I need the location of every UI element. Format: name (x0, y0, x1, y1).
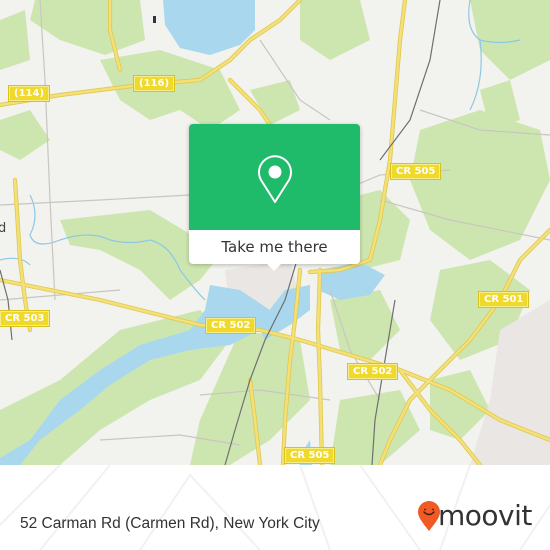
place-label: d (0, 221, 7, 236)
map-pin-icon (258, 155, 292, 203)
address-text: 52 Carman Rd (Carmen Rd), New York City (20, 515, 320, 532)
road-shield-114: (114) (9, 86, 50, 101)
road-shield-cr501: CR 501 (479, 292, 529, 307)
popup-pointer (265, 262, 283, 271)
road-shield-116: (116) (134, 76, 175, 91)
road-shield-cr503: CR 503 (0, 311, 50, 326)
map-view[interactable]: (114) (116) CR 505 CR 501 CR 503 CR 502 … (0, 0, 550, 465)
poi-marker (153, 16, 156, 23)
take-me-there-button[interactable]: Take me there (189, 230, 360, 264)
location-popup: Take me there (189, 124, 360, 271)
road-shield-cr502-east: CR 502 (348, 364, 398, 379)
moovit-wordmark: moovit (438, 499, 532, 532)
footer: 52 Carman Rd (Carmen Rd), New York City … (0, 465, 550, 550)
popup-header (189, 124, 360, 230)
road-shield-cr505-south: CR 505 (285, 448, 335, 463)
road-shield-cr502-west: CR 502 (206, 318, 256, 333)
road-shield-cr505-north: CR 505 (391, 164, 441, 179)
moovit-smiley-pin-icon (418, 501, 440, 531)
